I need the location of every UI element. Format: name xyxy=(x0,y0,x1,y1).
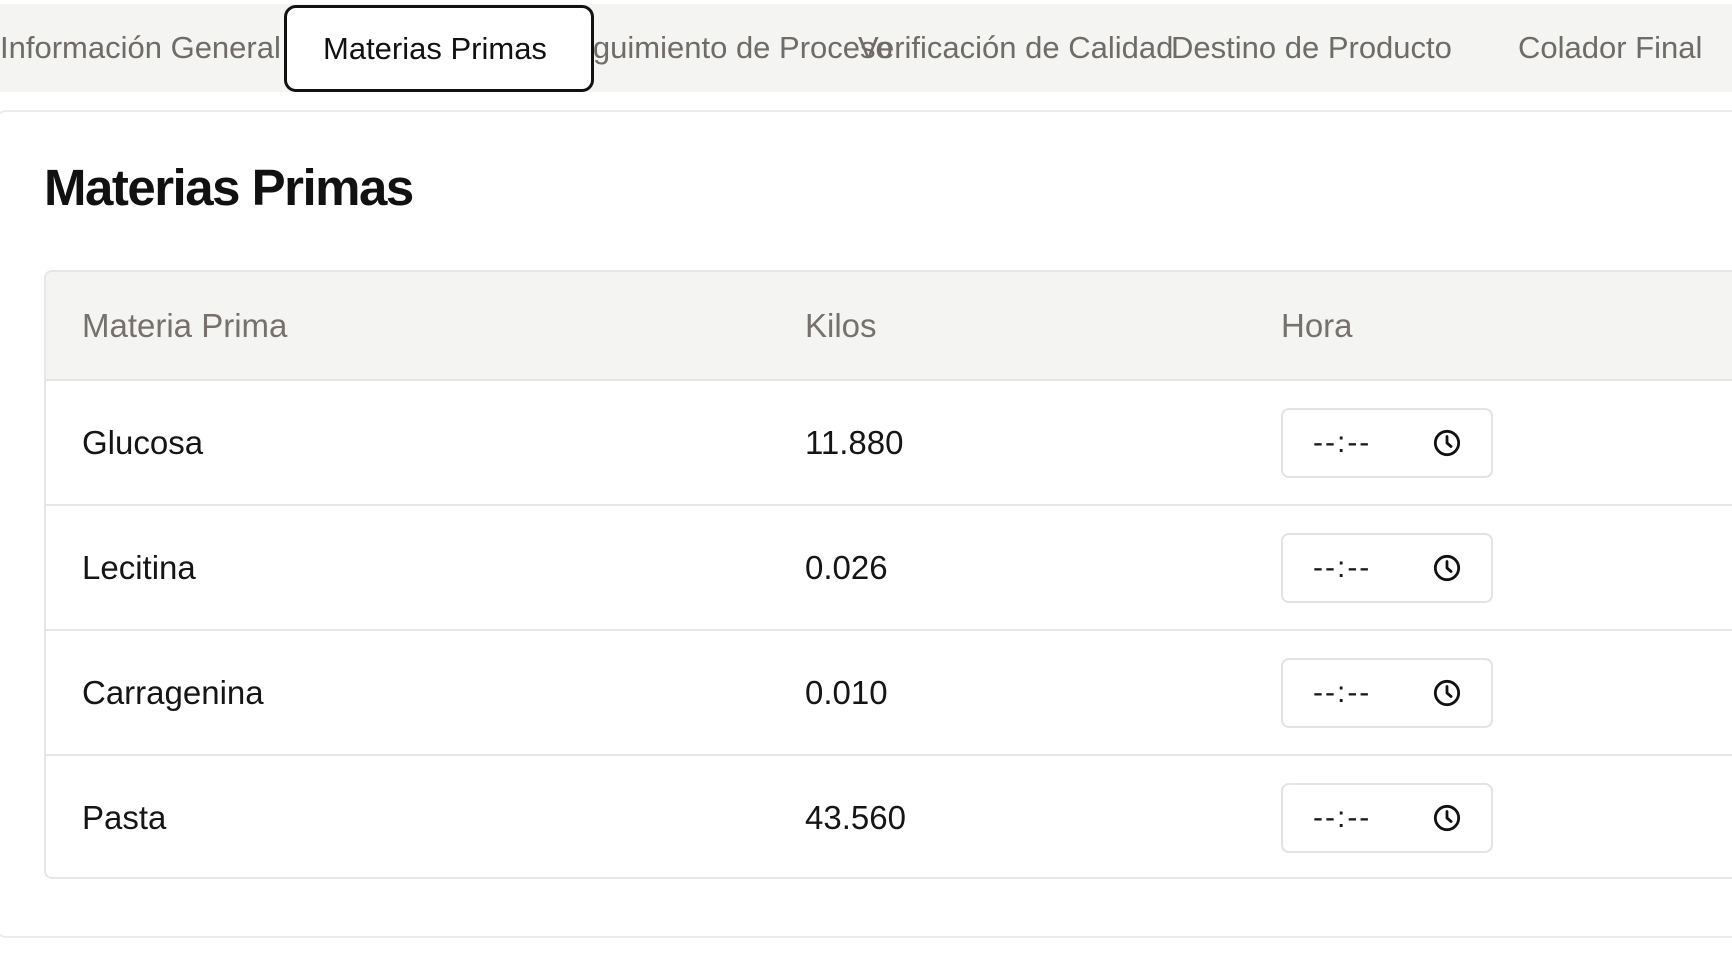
time-input-value: --:-- xyxy=(1313,675,1372,709)
hora-time-input[interactable]: --:-- xyxy=(1281,783,1493,853)
time-input-value: --:-- xyxy=(1313,550,1372,584)
time-input-value: --:-- xyxy=(1313,425,1372,459)
table-row: Pasta 43.560 --:-- xyxy=(46,755,1732,877)
time-input-value: --:-- xyxy=(1313,801,1372,834)
clock-icon[interactable] xyxy=(1433,679,1461,707)
column-header-hora: Hora xyxy=(1281,306,1353,344)
cell-materia-prima: Glucosa xyxy=(82,423,204,461)
column-header-materia-prima: Materia Prima xyxy=(82,306,288,344)
tab-destino-de-producto[interactable]: Destino de Producto xyxy=(1171,4,1452,92)
cell-kilos: 11.880 xyxy=(805,423,904,461)
cell-kilos: 0.010 xyxy=(805,673,888,711)
cell-hora: --:-- xyxy=(1281,505,1732,630)
hora-time-input[interactable]: --:-- xyxy=(1281,407,1493,478)
cell-kilos: 43.560 xyxy=(805,799,906,836)
cell-materia-prima: Carragenina xyxy=(82,673,264,711)
cell-hora: --:-- xyxy=(1281,380,1732,505)
hora-time-input[interactable]: --:-- xyxy=(1281,532,1493,603)
clock-icon[interactable] xyxy=(1433,554,1461,582)
tab-bar: Información General Seguimiento de Proce… xyxy=(0,4,1732,92)
table-row: Carragenina 0.010 --:-- xyxy=(46,630,1732,755)
cell-hora: --:-- xyxy=(1281,630,1732,755)
tab-materias-primas[interactable]: Materias Primas xyxy=(284,5,594,92)
materias-primas-table: Materia Prima Kilos Hora Glucosa 11.880 … xyxy=(44,270,1732,879)
cell-kilos: 0.026 xyxy=(805,548,888,586)
cell-materia-prima: Pasta xyxy=(82,799,167,836)
tab-colador-final[interactable]: Colador Final xyxy=(1518,4,1702,92)
clock-icon[interactable] xyxy=(1433,804,1461,832)
table-header-row: Materia Prima Kilos Hora xyxy=(46,272,1732,380)
clock-icon[interactable] xyxy=(1433,429,1461,457)
hora-time-input[interactable]: --:-- xyxy=(1281,657,1493,728)
tab-informacion-general[interactable]: Información General xyxy=(0,4,281,92)
tab-seguimiento-de-proceso[interactable]: Seguimiento de Proceso xyxy=(555,4,893,92)
cell-hora: --:-- xyxy=(1281,755,1732,877)
table-row: Glucosa 11.880 --:-- xyxy=(46,380,1732,505)
table-row: Lecitina 0.026 --:-- xyxy=(46,505,1732,630)
cell-materia-prima: Lecitina xyxy=(82,548,196,586)
page-title: Materias Primas xyxy=(44,159,414,216)
tab-verificacion-de-calidad[interactable]: Verificación de Calidad xyxy=(858,4,1173,92)
column-header-kilos: Kilos xyxy=(805,306,877,344)
